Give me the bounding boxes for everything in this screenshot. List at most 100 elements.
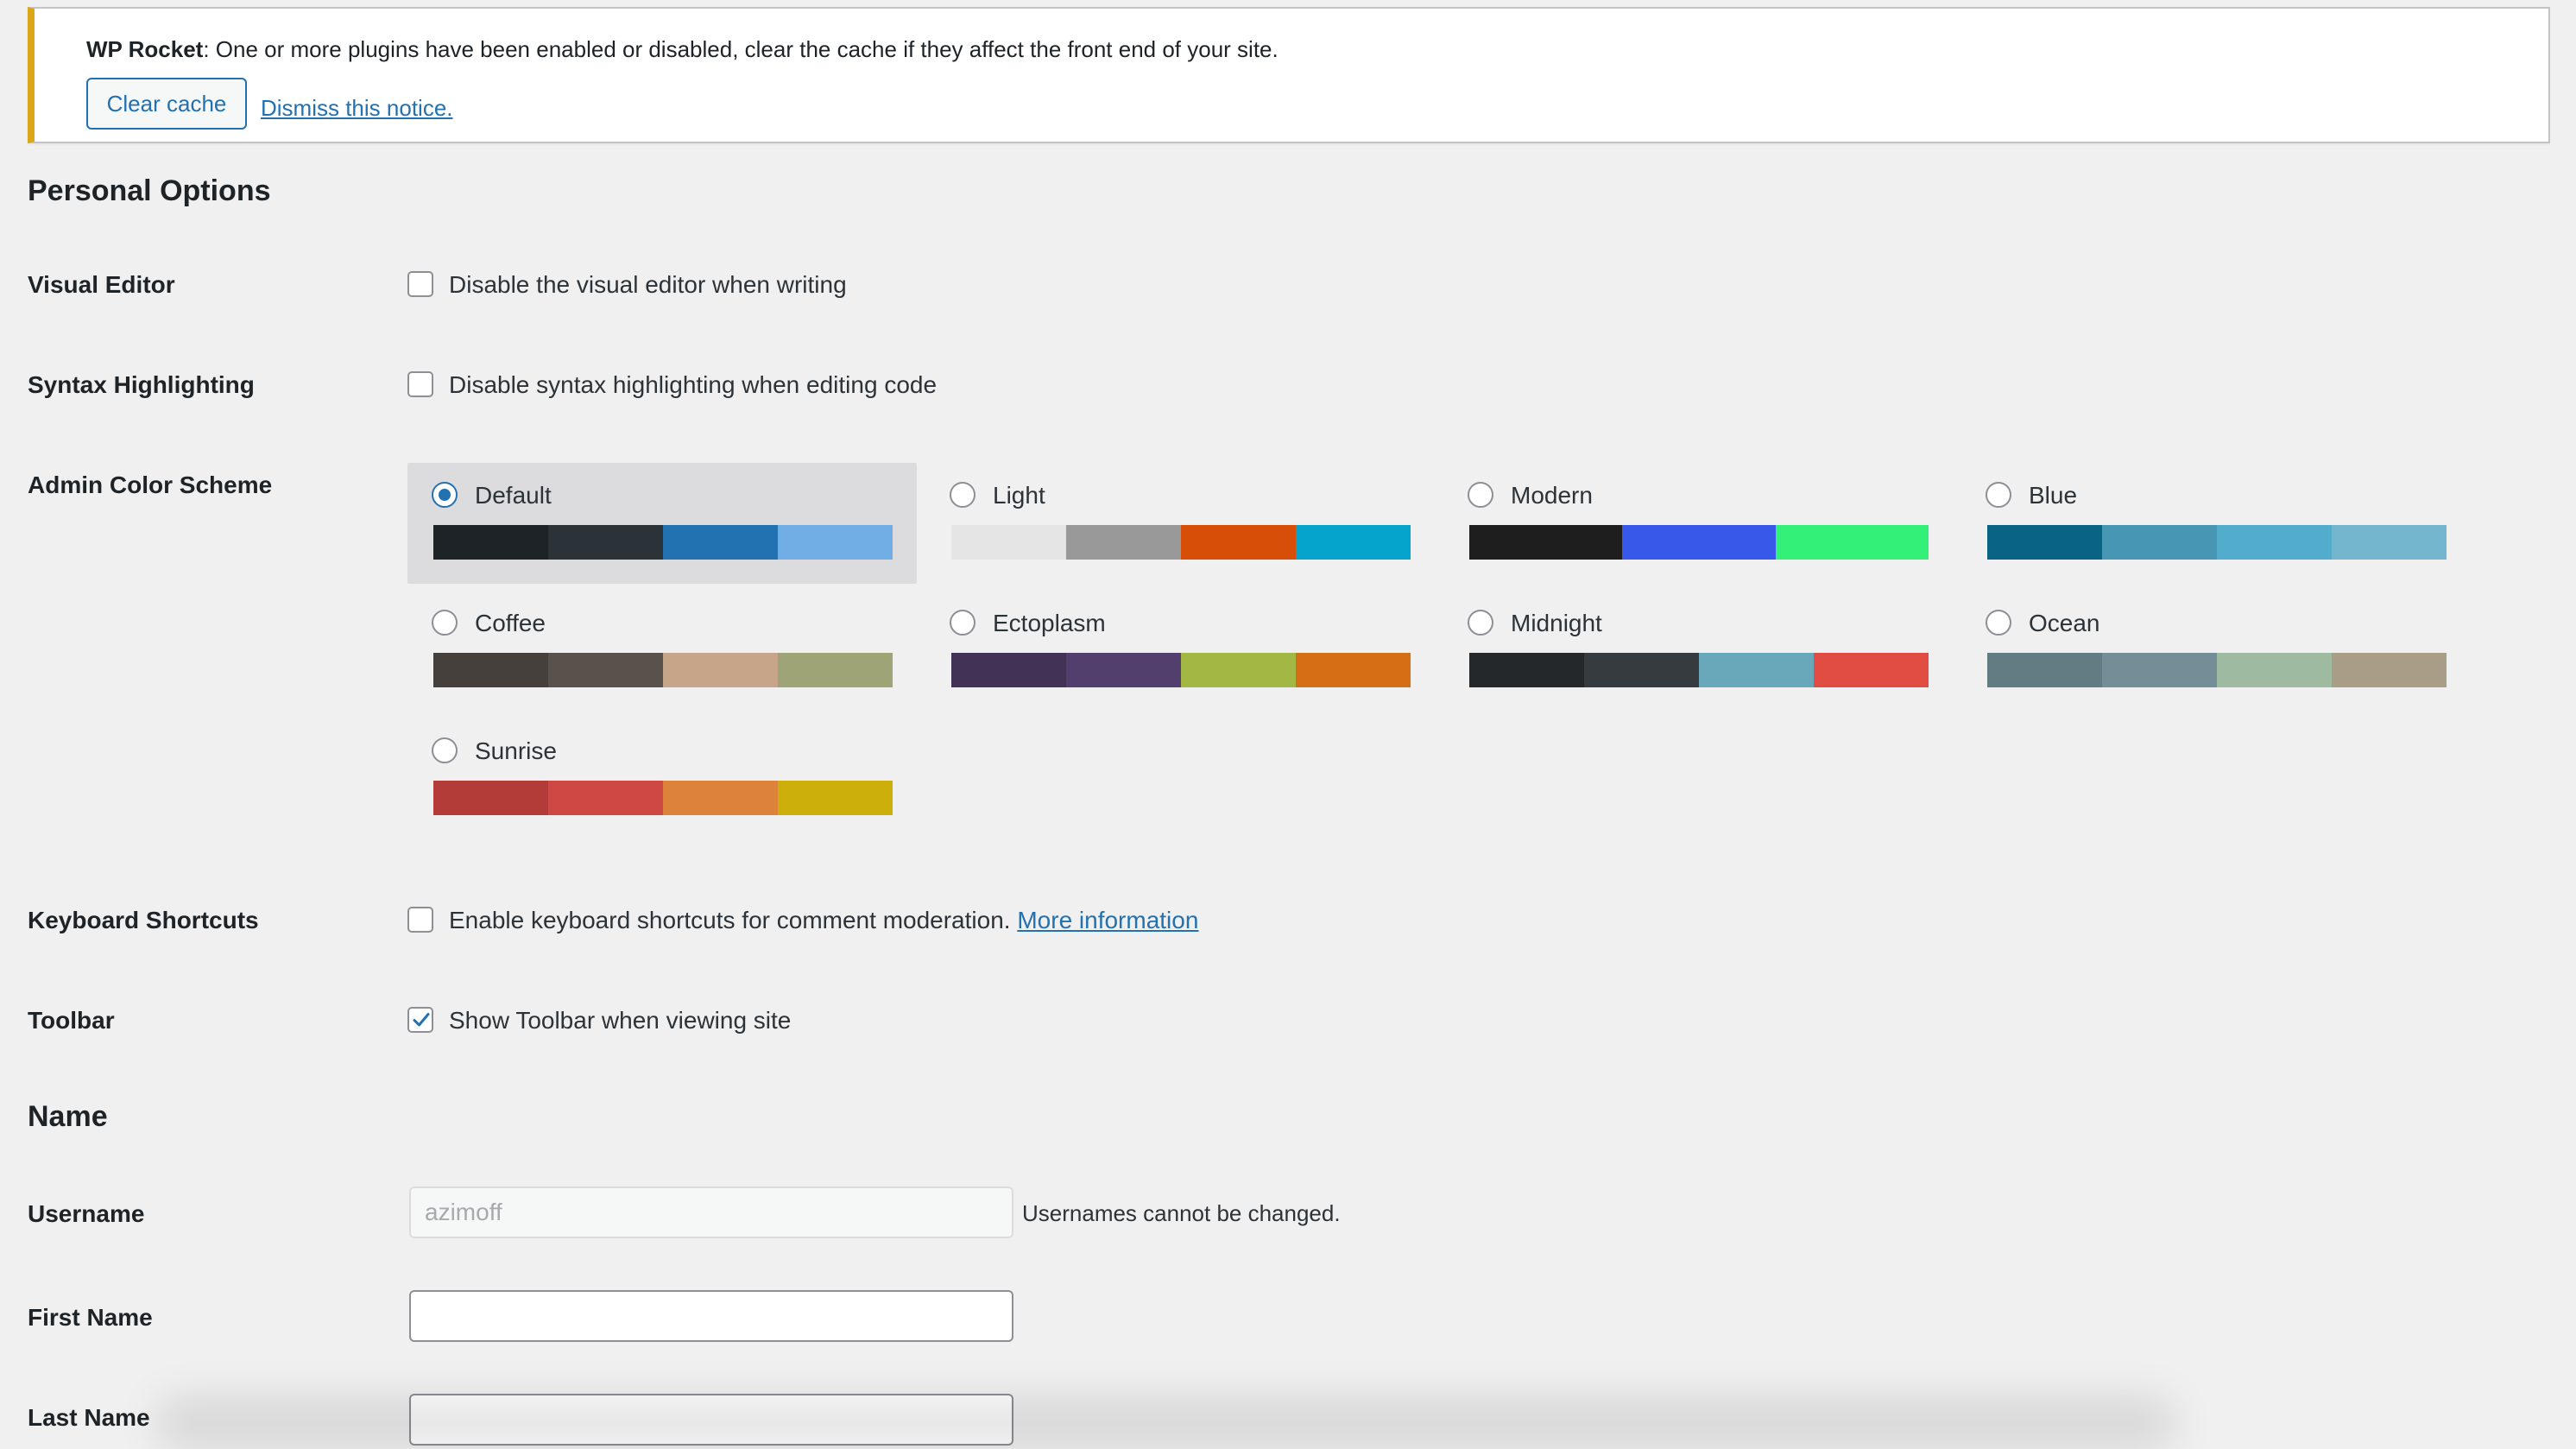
color-swatch (2332, 525, 2447, 560)
scheme-swatches (1469, 525, 1929, 560)
color-scheme-option[interactable]: Light (925, 463, 1435, 584)
color-swatch (951, 525, 1066, 560)
scheme-swatches (433, 525, 893, 560)
scheme-name: Coffee (475, 610, 546, 636)
clear-cache-button[interactable]: Clear cache (86, 78, 247, 130)
color-swatch (663, 525, 778, 560)
scheme-radio[interactable] (1468, 610, 1493, 636)
color-swatch (548, 525, 663, 560)
color-swatch (1296, 525, 1411, 560)
scheme-swatches (1469, 653, 1929, 687)
scheme-swatches (433, 781, 893, 815)
color-swatch (2217, 525, 2332, 560)
color-swatch (1814, 653, 1929, 687)
color-swatch (778, 525, 893, 560)
keyboard-shortcuts-option[interactable]: Enable keyboard shortcuts for comment mo… (449, 907, 1198, 934)
scheme-radio[interactable] (1986, 610, 2011, 636)
wp-rocket-notice: WP Rocket: One or more plugins have been… (28, 7, 2550, 143)
color-swatch (433, 653, 548, 687)
toolbar-label: Toolbar (28, 1007, 115, 1034)
last-name-input[interactable] (409, 1394, 1013, 1446)
color-swatch (1469, 525, 1623, 560)
visual-editor-option[interactable]: Disable the visual editor when writing (449, 271, 847, 299)
username-help: Usernames cannot be changed. (1022, 1200, 1341, 1226)
scheme-name: Ocean (2029, 610, 2100, 636)
color-swatch (1987, 525, 2102, 560)
scheme-name: Default (475, 482, 552, 509)
admin-color-scheme-label: Admin Color Scheme (28, 471, 273, 498)
scheme-radio[interactable] (1468, 482, 1493, 508)
color-swatch (778, 653, 893, 687)
syntax-highlighting-label: Syntax Highlighting (28, 371, 255, 398)
keyboard-shortcuts-checkbox[interactable] (407, 907, 433, 933)
color-swatch (1699, 653, 1814, 687)
color-swatch (951, 653, 1066, 687)
scheme-swatches (951, 653, 1411, 687)
scheme-radio[interactable] (432, 610, 458, 636)
color-scheme-option[interactable]: Coffee (407, 591, 917, 712)
scheme-radio[interactable] (432, 737, 458, 763)
color-scheme-option[interactable]: Midnight (1443, 591, 1953, 712)
first-name-label: First Name (28, 1304, 153, 1331)
keyboard-shortcuts-option-text[interactable]: Enable keyboard shortcuts for comment mo… (449, 907, 1011, 933)
scheme-swatches (951, 525, 1411, 560)
dismiss-notice-link[interactable]: Dismiss this notice. (261, 95, 453, 122)
more-information-link[interactable]: More information (1017, 907, 1198, 933)
color-swatch (2102, 653, 2217, 687)
toolbar-checkbox[interactable] (407, 1007, 433, 1033)
color-scheme-option[interactable]: Modern (1443, 463, 1953, 584)
notice-message-text: : One or more plugins have been enabled … (203, 36, 1279, 62)
color-swatch (2217, 653, 2332, 687)
scheme-swatches (1987, 525, 2447, 560)
visual-editor-checkbox[interactable] (407, 271, 433, 297)
scheme-radio[interactable] (950, 482, 975, 508)
color-scheme-option[interactable]: Ectoplasm (925, 591, 1435, 712)
toolbar-option[interactable]: Show Toolbar when viewing site (449, 1007, 791, 1035)
scheme-swatches (1987, 653, 2447, 687)
scheme-radio[interactable] (432, 482, 458, 508)
color-swatch (1469, 653, 1584, 687)
color-swatch (1066, 525, 1181, 560)
color-swatch (548, 781, 663, 815)
color-scheme-option[interactable]: Default (407, 463, 917, 584)
scheme-name: Modern (1511, 482, 1593, 509)
color-swatch (433, 781, 548, 815)
color-swatch (1296, 653, 1411, 687)
scheme-radio[interactable] (1986, 482, 2011, 508)
color-scheme-option[interactable]: Ocean (1961, 591, 2471, 712)
keyboard-shortcuts-label: Keyboard Shortcuts (28, 907, 259, 933)
notice-brand: WP Rocket (86, 36, 204, 62)
visual-editor-label: Visual Editor (28, 271, 175, 298)
color-swatch (1181, 653, 1296, 687)
color-swatch (1622, 525, 1776, 560)
scheme-radio[interactable] (950, 610, 975, 636)
username-label: Username (28, 1200, 145, 1227)
color-swatch (1181, 525, 1296, 560)
scheme-name: Sunrise (475, 737, 557, 764)
color-swatch (548, 653, 663, 687)
username-input[interactable] (409, 1186, 1013, 1238)
personal-options-title: Personal Options (28, 174, 271, 207)
notice-message: WP Rocket: One or more plugins have been… (86, 36, 1279, 63)
color-swatch (778, 781, 893, 815)
syntax-highlighting-checkbox[interactable] (407, 371, 433, 397)
scheme-name: Midnight (1511, 610, 1602, 636)
scheme-swatches (433, 653, 893, 687)
syntax-highlighting-option[interactable]: Disable syntax highlighting when editing… (449, 371, 937, 399)
color-scheme-option[interactable]: Sunrise (407, 718, 917, 839)
scheme-name: Light (993, 482, 1045, 509)
color-swatch (1987, 653, 2102, 687)
color-swatch (2102, 525, 2217, 560)
color-swatch (663, 653, 778, 687)
color-swatch (2332, 653, 2447, 687)
scheme-name: Ectoplasm (993, 610, 1106, 636)
first-name-input[interactable] (409, 1290, 1013, 1342)
checkmark-icon (413, 1013, 430, 1027)
name-section-title: Name (28, 1100, 108, 1133)
scheme-name: Blue (2029, 482, 2078, 509)
last-name-label: Last Name (28, 1404, 150, 1431)
color-scheme-option[interactable]: Blue (1961, 463, 2471, 584)
color-swatch (433, 525, 548, 560)
color-swatch (1066, 653, 1181, 687)
color-swatch (663, 781, 778, 815)
